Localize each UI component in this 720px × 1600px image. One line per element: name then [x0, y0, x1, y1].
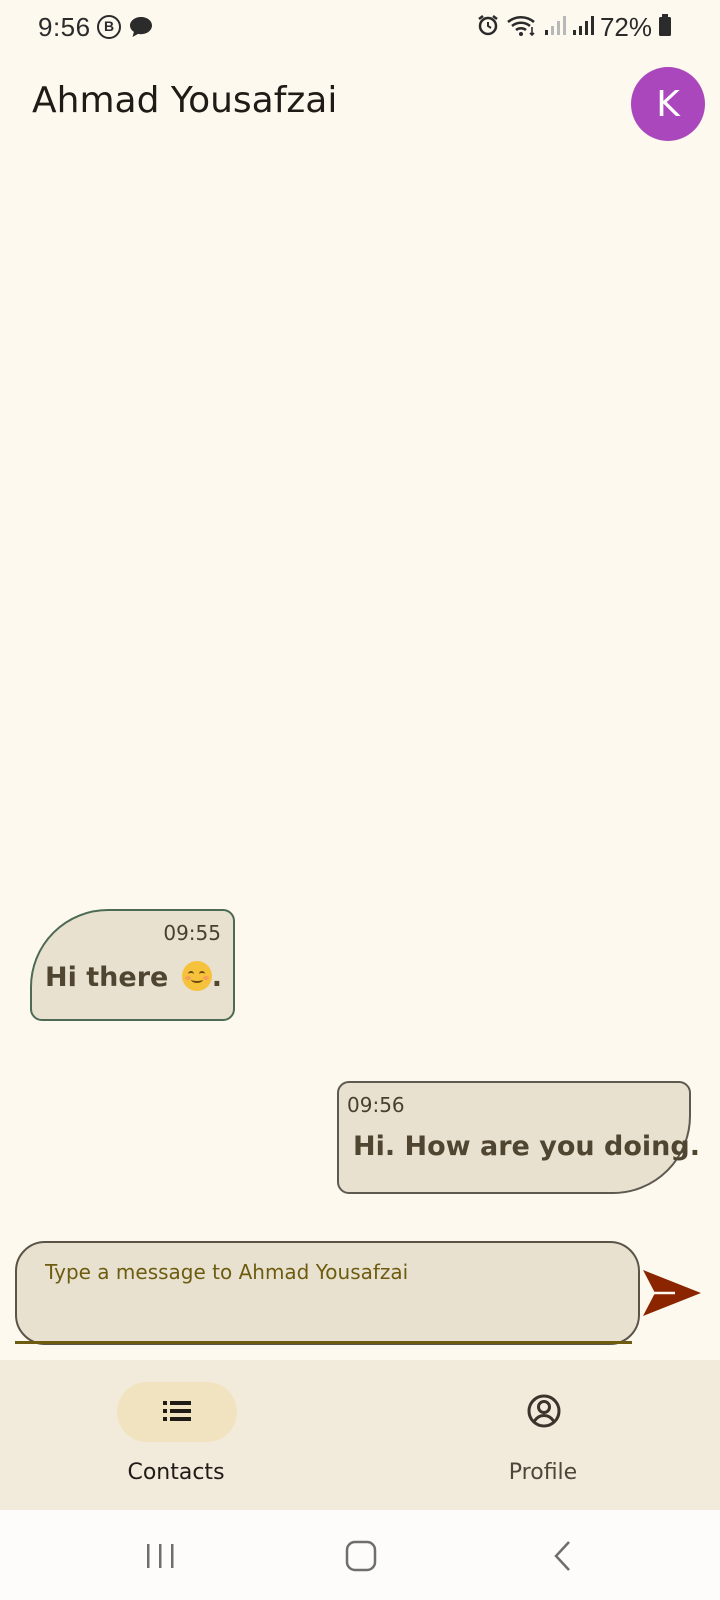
nav-item-profile[interactable]: Profile [443, 1380, 643, 1490]
input-underline [15, 1341, 632, 1344]
wifi-icon [506, 13, 538, 42]
outgoing-message-bubble[interactable]: 09:56 Hi. How are you doing. [337, 1081, 700, 1194]
avatar[interactable]: K [631, 67, 705, 141]
system-navigation-bar [0, 1510, 720, 1600]
home-icon[interactable] [341, 1538, 381, 1574]
signal-icon [572, 14, 594, 41]
recents-icon[interactable] [141, 1538, 181, 1574]
list-icon [163, 1401, 191, 1421]
b-notification-icon: B [97, 15, 121, 39]
account-circle-icon [527, 1394, 561, 1428]
status-time: 9:56 [38, 12, 91, 42]
message-input[interactable] [45, 1257, 605, 1287]
nav-label: Contacts [127, 1460, 225, 1485]
contact-name-title: Ahmad Yousafzai [32, 80, 338, 121]
chat-notification-icon [129, 16, 153, 43]
send-icon [643, 1270, 701, 1316]
status-bar: 9:56 B 72% [0, 0, 720, 54]
message-text: Hi. How are you doing. [353, 1131, 700, 1162]
bottom-navigation: Contacts Profile [0, 1360, 720, 1510]
nav-item-contacts[interactable]: Contacts [76, 1380, 276, 1490]
message-time: 09:56 [347, 1093, 405, 1117]
status-icons: 72% [476, 12, 672, 43]
battery-icon [658, 13, 672, 42]
alarm-icon [476, 13, 500, 42]
message-time: 09:55 [163, 921, 221, 945]
smiling-face-icon [181, 961, 212, 991]
back-icon[interactable] [545, 1538, 585, 1574]
signal-weak-icon [544, 14, 566, 41]
message-text-body: Hi there [45, 962, 169, 993]
incoming-message-bubble[interactable]: 09:55 Hi there . [30, 909, 235, 1021]
nav-label: Profile [508, 1460, 578, 1485]
message-input-container[interactable] [15, 1241, 640, 1345]
send-button[interactable] [641, 1266, 703, 1320]
message-text: Hi there . [45, 961, 222, 993]
message-text-trailing: . [211, 962, 222, 993]
battery-percentage: 72% [599, 12, 652, 42]
